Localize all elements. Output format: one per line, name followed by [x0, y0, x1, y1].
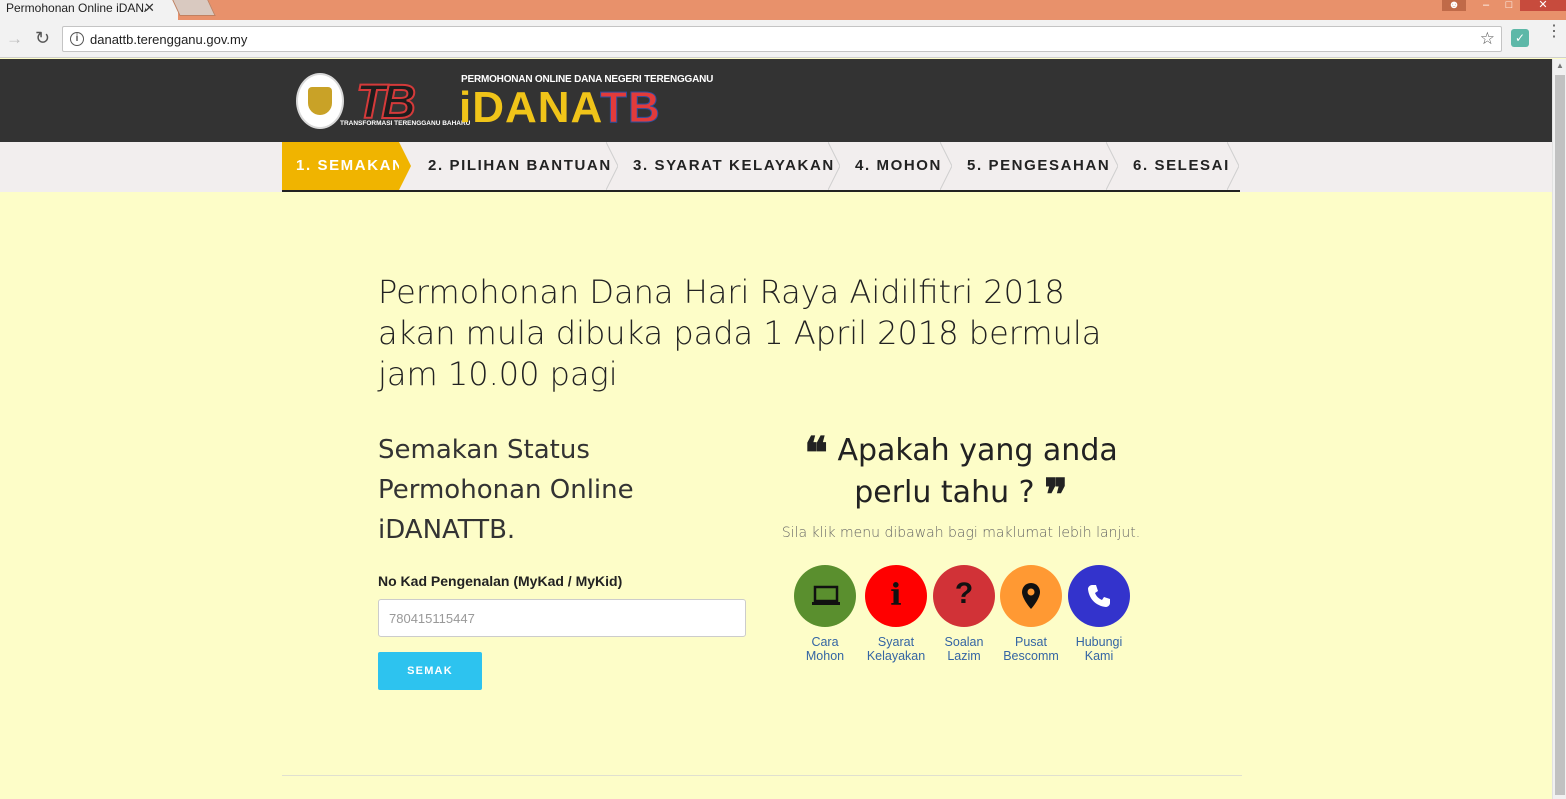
- status-check-title: Semakan Status Permohonan Online iDANATT…: [378, 435, 634, 545]
- close-tab-icon[interactable]: ✕: [144, 0, 155, 16]
- tab-title: Permohonan Online iDANATTB: [6, 1, 146, 15]
- cara-mohon-circle[interactable]: [794, 565, 856, 627]
- pusat-bescomm-label[interactable]: Pusat Bescomm: [996, 635, 1066, 663]
- steps-container: 1. SEMAKAN 2. PILIHAN BANTUAN 3. SYARAT …: [282, 142, 1240, 192]
- scroll-up-arrow-icon[interactable]: ▲: [1556, 61, 1564, 70]
- step-separator: [940, 142, 952, 190]
- bookmark-star-icon[interactable]: ☆: [1480, 29, 1495, 49]
- quote-open-icon: ❝: [804, 428, 828, 479]
- section-divider: [282, 775, 1242, 776]
- info-icon[interactable]: i: [70, 32, 84, 46]
- step-separator: [1227, 142, 1239, 190]
- menu-hubungi-kami[interactable]: Hubungi Kami: [1064, 565, 1134, 663]
- pusat-bescomm-circle[interactable]: [1000, 565, 1062, 627]
- faq-title: ❝ Apakah yang anda perlu tahu ? ❞: [780, 428, 1142, 518]
- hubungi-kami-label[interactable]: Hubungi Kami: [1064, 635, 1134, 663]
- step-separator: [1106, 142, 1118, 190]
- step-separator: [828, 142, 840, 190]
- soalan-lazim-label[interactable]: Soalan Lazim: [929, 635, 999, 663]
- tb-logo-tagline: TRANSFORMASI TERENGGANU BAHARU: [340, 120, 471, 127]
- browser-tab-bar: Permohonan Online iDANATTB ✕ ☻ – □ ✕: [0, 0, 1566, 20]
- close-window-icon[interactable]: ✕: [1520, 0, 1566, 11]
- url-text[interactable]: danattb.terengganu.gov.my: [90, 32, 247, 47]
- new-tab-button[interactable]: [172, 0, 216, 16]
- user-icon[interactable]: ☻: [1442, 0, 1466, 11]
- faq-subtitle: Sila klik menu dibawah bagi maklumat leb…: [781, 525, 1141, 541]
- question-icon: ?: [954, 577, 974, 610]
- step-semakan[interactable]: 1. SEMAKAN: [282, 142, 411, 190]
- extension-icon[interactable]: ✓: [1511, 29, 1529, 47]
- minimize-icon[interactable]: –: [1474, 0, 1498, 11]
- browser-toolbar: → ↻ i danattb.terengganu.gov.my ☆ ✓ ⋮: [0, 20, 1566, 58]
- browser-tab[interactable]: Permohonan Online iDANATTB ✕: [0, 0, 178, 20]
- ic-number-input[interactable]: [378, 599, 746, 637]
- menu-pusat-bescomm[interactable]: Pusat Bescomm: [996, 565, 1066, 663]
- step-selesai[interactable]: 6. SELESAI: [1133, 142, 1230, 190]
- step-pengesahan[interactable]: 5. PENGESAHAN: [967, 142, 1110, 190]
- quote-close-icon: ❞: [1044, 470, 1068, 521]
- idana-logo[interactable]: iDANATB: [459, 83, 661, 133]
- page-scrollbar[interactable]: ▲: [1552, 59, 1566, 799]
- site-header: TB TRANSFORMASI TERENGGANU BAHARU PERMOH…: [0, 59, 1552, 142]
- laptop-icon: [812, 585, 840, 605]
- menu-cara-mohon[interactable]: Cara Mohon: [790, 565, 860, 663]
- cara-mohon-label[interactable]: Cara Mohon: [790, 635, 860, 663]
- step-mohon[interactable]: 4. MOHON: [855, 142, 942, 190]
- info-icon: i: [890, 578, 902, 613]
- ic-number-label: No Kad Pengenalan (MyKad / MyKid): [378, 573, 623, 589]
- faq-title-text: Apakah yang anda perlu tahu ?: [837, 433, 1118, 510]
- semak-button[interactable]: SEMAK: [378, 652, 482, 690]
- step-separator: [606, 142, 618, 190]
- scroll-thumb[interactable]: [1555, 75, 1565, 795]
- phone-icon: [1088, 585, 1110, 607]
- forward-icon[interactable]: →: [6, 29, 23, 49]
- map-pin-icon: [1022, 583, 1040, 609]
- terengganu-crest-logo: [296, 73, 344, 129]
- syarat-kelayakan-circle[interactable]: i: [865, 565, 927, 627]
- browser-menu-icon[interactable]: ⋮: [1546, 24, 1562, 40]
- menu-soalan-lazim[interactable]: ? Soalan Lazim: [929, 565, 999, 663]
- tb-logo: TB TRANSFORMASI TERENGGANU BAHARU: [340, 75, 470, 131]
- maximize-icon[interactable]: □: [1498, 0, 1520, 11]
- step-syarat-kelayakan[interactable]: 3. SYARAT KELAYAKAN: [633, 142, 835, 190]
- announcement-headline: Permohonan Dana Hari Raya Aidilfitri 201…: [378, 273, 1102, 393]
- idana-logo-suffix: TB: [600, 83, 661, 133]
- reload-icon[interactable]: ↻: [35, 28, 50, 49]
- soalan-lazim-circle[interactable]: ?: [933, 565, 995, 627]
- syarat-kelayakan-label[interactable]: Syarat Kelayakan: [861, 635, 931, 663]
- menu-syarat-kelayakan[interactable]: i Syarat Kelayakan: [861, 565, 931, 663]
- idana-logo-text: iDANA: [459, 83, 601, 132]
- step-pilihan-bantuan[interactable]: 2. PILIHAN BANTUAN: [428, 142, 612, 190]
- hubungi-kami-circle[interactable]: [1068, 565, 1130, 627]
- step-bar: 1. SEMAKAN 2. PILIHAN BANTUAN 3. SYARAT …: [0, 142, 1552, 192]
- address-bar[interactable]: i danattb.terengganu.gov.my ☆: [62, 26, 1502, 52]
